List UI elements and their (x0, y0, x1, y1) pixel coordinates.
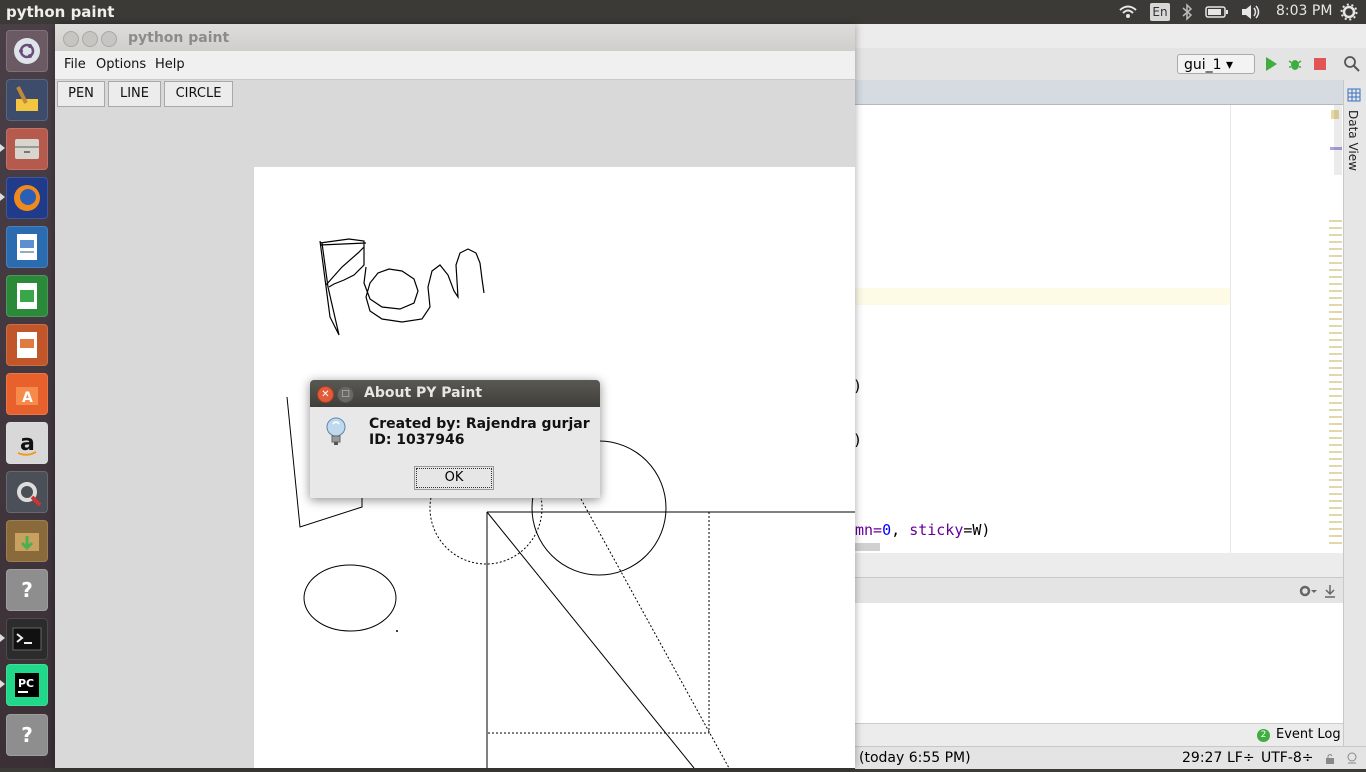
hide-panel-icon[interactable] (1323, 583, 1337, 603)
archive-manager-icon[interactable] (6, 520, 48, 562)
svg-text:a: a (20, 431, 35, 456)
dialog-titlebar: ✕ □ About PY Paint (310, 380, 600, 407)
paint-window-title: python paint (128, 30, 230, 46)
run-config-select[interactable]: gui_1 ▾ (1177, 54, 1255, 74)
maximize-icon[interactable]: □ (337, 386, 354, 403)
line-separator[interactable]: LF÷ (1227, 750, 1255, 766)
ide-status-bar: (today 6:55 PM) 29:27 LF÷ UTF-8÷ (855, 746, 1366, 769)
keyboard-layout-indicator[interactable]: En (1150, 3, 1170, 21)
active-app-title: python paint (6, 3, 115, 21)
battery-icon[interactable] (1205, 3, 1229, 21)
tool-buttons-bar: 2 Event Log (855, 723, 1343, 747)
right-margin-guide (1230, 105, 1231, 553)
maximize-icon[interactable] (101, 31, 117, 47)
svg-text:PC: PC (18, 677, 34, 690)
writer-icon[interactable] (6, 226, 48, 268)
menu-options[interactable]: Options (96, 57, 146, 72)
event-log-button[interactable]: Event Log (1276, 727, 1341, 742)
menu-help[interactable]: Help (155, 57, 185, 72)
svg-text:A: A (22, 390, 33, 406)
drawn-rect-dashed (487, 512, 710, 734)
wifi-icon[interactable] (1118, 3, 1138, 21)
tool-window-header (855, 577, 1343, 605)
code-editor[interactable] (855, 105, 1343, 553)
code-keyword-arg: sticky (909, 521, 964, 539)
minimize-icon[interactable] (82, 31, 98, 47)
running-indicator (0, 680, 5, 688)
dialog-message-id: ID: 1037946 (369, 432, 465, 448)
error-stripe[interactable] (1328, 105, 1342, 553)
running-indicator (0, 193, 5, 201)
run-config-label: gui_1 (1184, 57, 1222, 73)
cleaner-icon[interactable] (6, 79, 48, 121)
clock[interactable]: 8:03 PM (1276, 3, 1332, 19)
code-rest: =W) (963, 521, 991, 539)
editor-tabs (855, 80, 1343, 105)
files-icon[interactable] (6, 128, 48, 170)
unknown-app-icon[interactable]: ? (6, 569, 48, 611)
about-dialog: ✕ □ About PY Paint Created by: Rajendra … (310, 380, 600, 498)
drawn-ellipse (303, 564, 397, 632)
menu-file[interactable]: File (64, 57, 86, 72)
ok-button[interactable]: OK (414, 466, 494, 490)
unknown-app-icon[interactable]: ? (6, 714, 48, 756)
dialog-title: About PY Paint (364, 385, 483, 401)
drawn-diagonal (486, 511, 695, 769)
search-icon[interactable] (1343, 55, 1361, 77)
line-tool-button[interactable]: LINE (108, 81, 161, 107)
run-icon[interactable] (1263, 55, 1279, 77)
ubuntu-dash-icon[interactable] (6, 30, 48, 72)
lock-icon[interactable] (1324, 752, 1336, 770)
top-panel: python paint En 8:03 PM (0, 0, 1366, 24)
paint-titlebar: python paint (55, 24, 855, 51)
file-encoding[interactable]: UTF-8÷ (1261, 750, 1314, 766)
calc-icon[interactable] (6, 275, 48, 317)
gear-icon[interactable] (1297, 583, 1317, 603)
event-count-badge: 2 (1257, 729, 1270, 742)
dialog-message-author: Created by: Rajendra gurjar (369, 416, 590, 432)
inspector-icon[interactable] (1345, 751, 1359, 769)
right-tool-strip (1343, 80, 1366, 768)
drawn-dot (396, 630, 398, 632)
data-view-tab[interactable]: Data View (1346, 110, 1360, 171)
freehand-pen-strokes (319, 238, 485, 336)
code-number: 0 (882, 521, 892, 539)
close-icon[interactable] (63, 31, 79, 47)
running-indicator (0, 144, 5, 152)
pycharm-icon[interactable]: PC (6, 664, 48, 706)
gear-icon[interactable] (1340, 3, 1358, 21)
volume-icon[interactable] (1240, 3, 1262, 21)
bluetooth-icon[interactable] (1181, 3, 1193, 21)
code-line: mn=0, sticky=W) (855, 521, 990, 539)
amazon-icon[interactable]: a (6, 422, 48, 464)
caret-line-highlight (855, 288, 1230, 305)
launcher: A a ? PC ? (0, 24, 55, 768)
close-icon[interactable]: ✕ (317, 386, 334, 403)
caret-position[interactable]: 29:27 (1182, 750, 1222, 766)
running-indicator (0, 634, 5, 642)
terminal-icon[interactable] (6, 618, 48, 660)
debug-icon[interactable] (1287, 55, 1303, 77)
info-lightbulb-icon (324, 416, 348, 452)
code-param: mn= (855, 521, 883, 539)
stop-icon[interactable] (1313, 57, 1327, 75)
menu-bar: File Options Help (55, 51, 855, 80)
impress-icon[interactable] (6, 324, 48, 366)
run-output-panel (855, 603, 1343, 723)
data-view-icon[interactable] (1347, 88, 1361, 106)
code-sep: , (891, 521, 910, 539)
settings-icon[interactable] (6, 471, 48, 513)
horizontal-scrollbar[interactable] (855, 543, 880, 551)
circle-tool-button[interactable]: CIRCLE (164, 81, 233, 107)
pen-tool-button[interactable]: PEN (57, 81, 105, 107)
software-center-icon[interactable]: A (6, 373, 48, 415)
firefox-icon[interactable] (6, 177, 48, 219)
status-message: (today 6:55 PM) (859, 750, 971, 766)
